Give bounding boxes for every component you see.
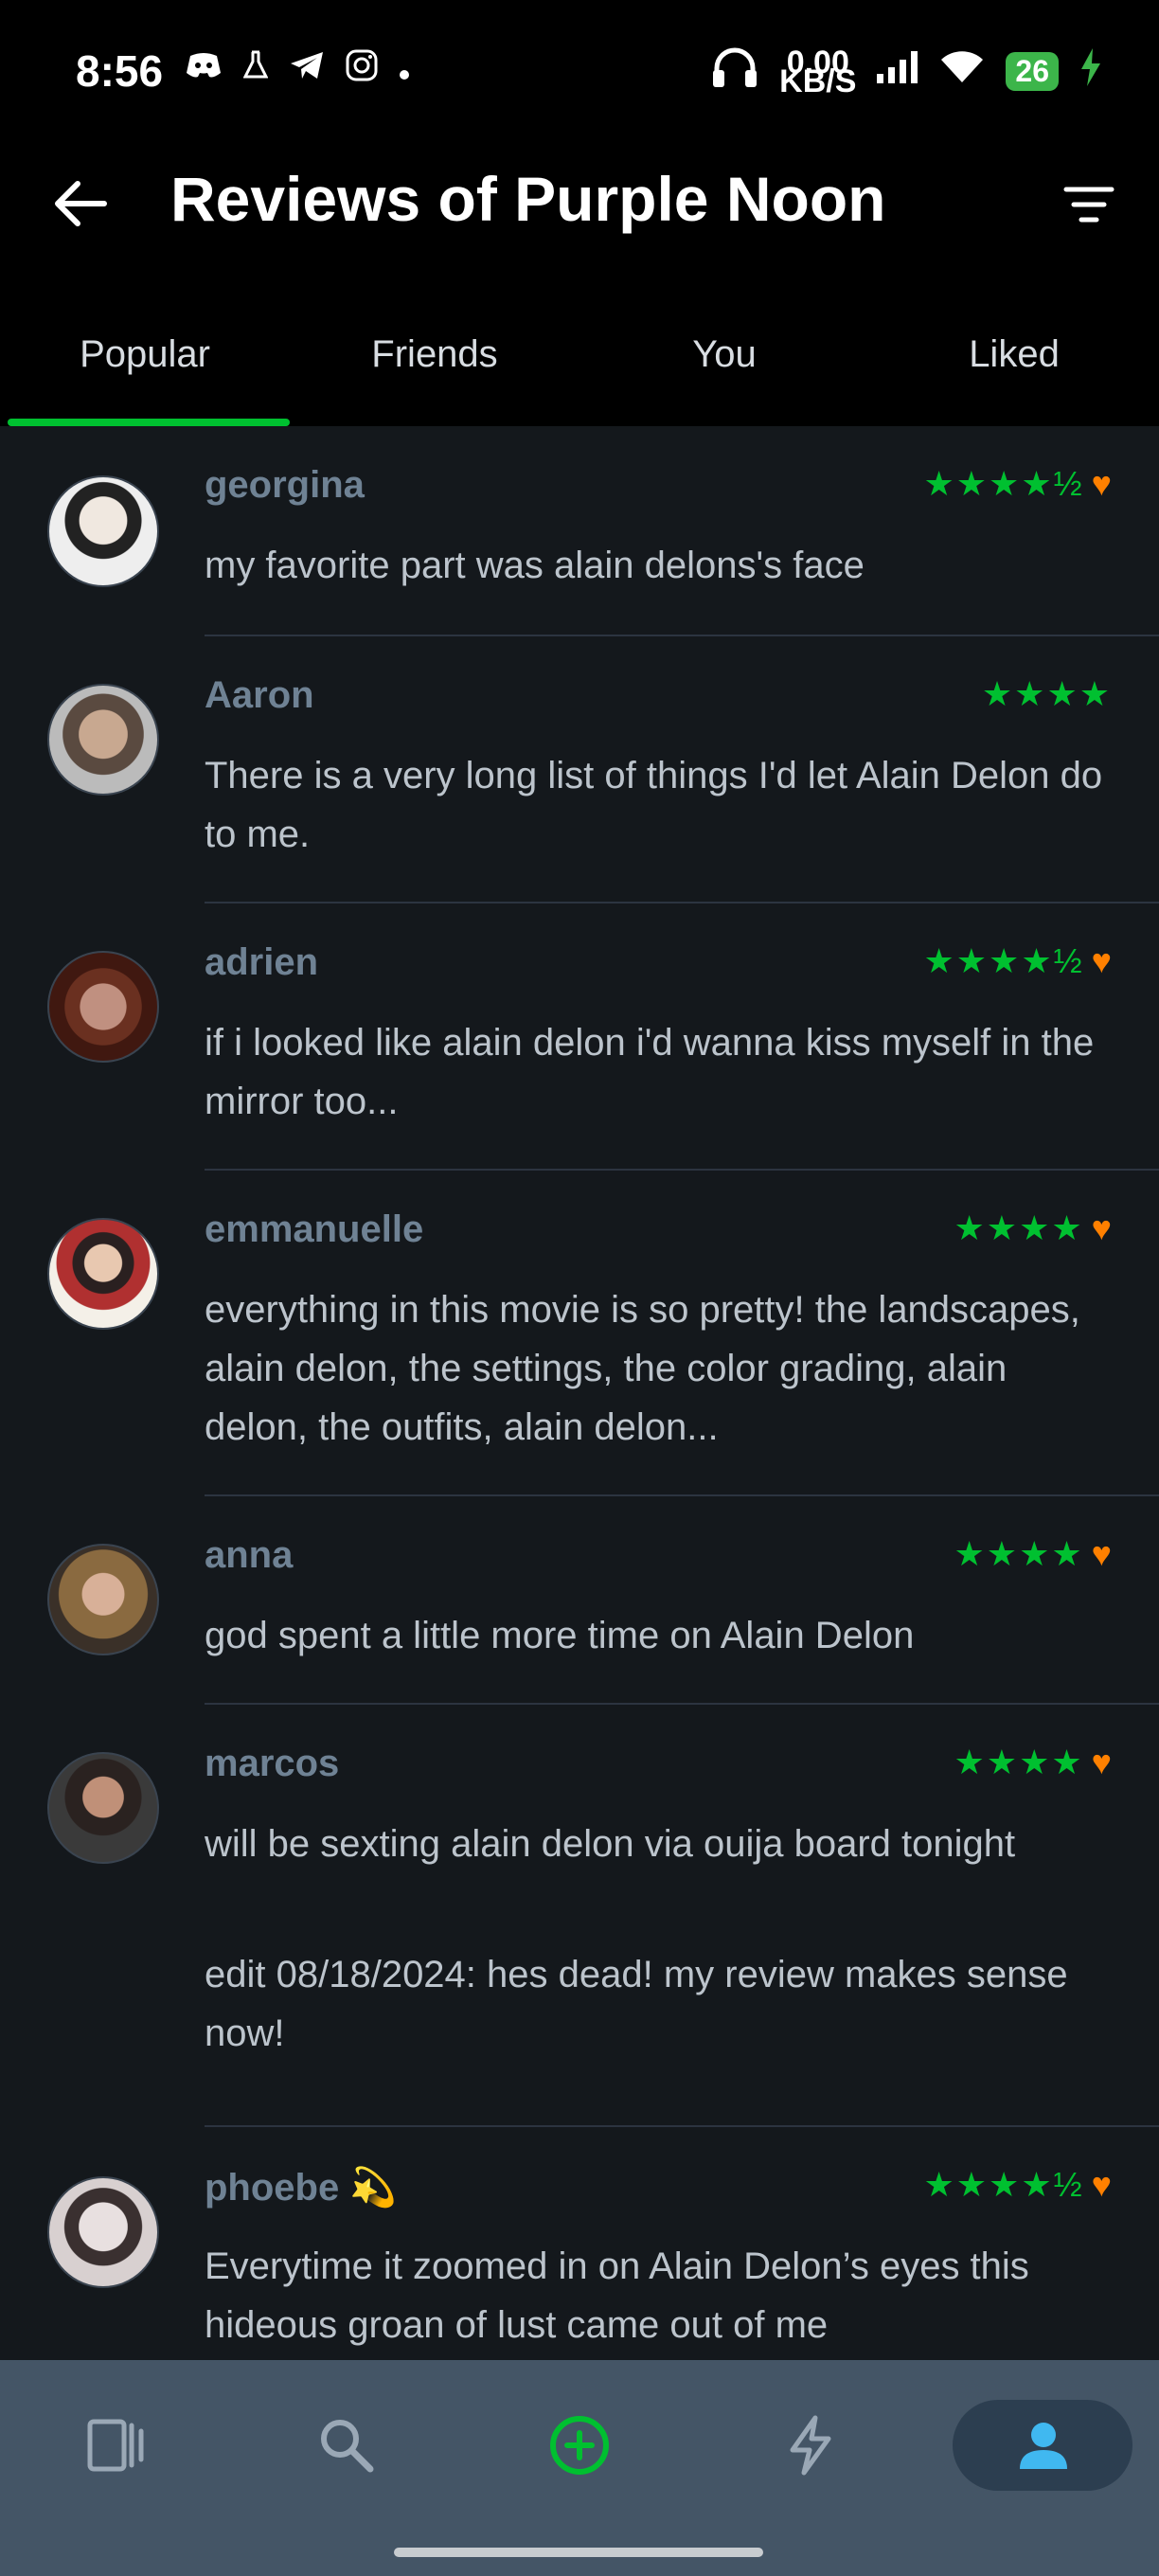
review-item[interactable]: anna ★★★★ ♥ god spent a little more time…	[0, 1496, 1159, 1705]
add-circle-icon	[550, 2416, 609, 2475]
avatar[interactable]	[47, 1218, 159, 1330]
review-item[interactable]: adrien ★★★★½ ♥ if i looked like alain de…	[0, 903, 1159, 1171]
signal-icon	[877, 51, 918, 92]
search-icon	[321, 2420, 374, 2473]
reviewer-name[interactable]: emmanuelle	[205, 1208, 423, 1251]
rating: ★★★★½ ♥	[924, 941, 1113, 981]
avatar[interactable]	[47, 2176, 159, 2288]
flask-icon	[242, 50, 269, 88]
star-rating: ★★★★	[954, 1534, 1084, 1573]
avatar[interactable]	[47, 475, 159, 587]
network-speed: 0.00 KB/S	[779, 46, 857, 99]
review-text[interactable]: will be sexting alain delon via ouija bo…	[205, 1815, 1104, 1873]
lightning-icon	[790, 2415, 831, 2476]
review-text[interactable]: There is a very long list of things I'd …	[205, 746, 1104, 864]
review-item[interactable]: emmanuelle ★★★★ ♥ everything in this mov…	[0, 1171, 1159, 1496]
filter-button[interactable]	[1061, 176, 1117, 233]
reviewer-name[interactable]: georgina	[205, 464, 365, 507]
bottom-nav	[0, 2360, 1159, 2576]
review-item[interactable]: Aaron ★★★★ There is a very long list of …	[0, 636, 1159, 903]
heart-icon: ♥	[1091, 1534, 1112, 1573]
tab-liked[interactable]: Liked	[869, 313, 1159, 426]
avatar[interactable]	[47, 1752, 159, 1864]
star-rating: ★★★★	[954, 1743, 1084, 1781]
battery-indicator: 26	[1006, 52, 1059, 91]
telegram-icon	[289, 50, 325, 88]
heart-icon: ♥	[1091, 2165, 1112, 2204]
nav-films-button[interactable]	[59, 2407, 172, 2483]
star-rating: ★★★★½	[923, 2165, 1084, 2204]
system-icons: 0.00 KB/S 26	[711, 46, 1102, 99]
dot-icon	[399, 50, 410, 88]
review-text[interactable]: god spent a little more time on Alain De…	[205, 1606, 1104, 1665]
review-item[interactable]: phoebe 💫 ★★★★½ ♥ Everytime it zoomed in …	[0, 2127, 1159, 2364]
nav-profile-button[interactable]	[987, 2407, 1100, 2483]
avatar[interactable]	[47, 951, 159, 1063]
tab-popular[interactable]: Popular	[0, 313, 290, 426]
net-speed-unit: KB/S	[779, 63, 857, 99]
status-bar: 8:56 0.00 KB/S 26	[0, 0, 1159, 142]
review-item[interactable]: marcos ★★★★ ♥ will be sexting alain delo…	[0, 1705, 1159, 2127]
star-rating: ★★★★	[954, 1208, 1084, 1247]
app-header: Reviews of Purple Noon Popular Friends Y…	[0, 142, 1159, 426]
heart-icon: ♥	[1091, 1208, 1112, 1247]
home-indicator[interactable]	[394, 2548, 763, 2557]
discord-icon	[185, 50, 223, 88]
arrow-left-icon	[55, 181, 107, 226]
headphones-icon	[711, 47, 758, 96]
heart-icon: ♥	[1091, 464, 1112, 503]
heart-icon: ♥	[1091, 941, 1112, 980]
star-rating: ★★★★½	[923, 464, 1084, 503]
back-button[interactable]	[47, 170, 114, 237]
reviewer-name[interactable]: adrien	[205, 941, 318, 984]
review-text[interactable]: Everytime it zoomed in on Alain Delon’s …	[205, 2237, 1104, 2354]
nav-activity-button[interactable]	[754, 2407, 867, 2483]
reviewer-name[interactable]: marcos	[205, 1743, 339, 1785]
star-rating: ★★★★½	[923, 941, 1084, 980]
rating: ★★★★ ♥	[954, 1208, 1112, 1248]
nav-search-button[interactable]	[290, 2407, 403, 2483]
rating: ★★★★ ♥	[954, 1743, 1112, 1782]
rating: ★★★★½ ♥	[924, 464, 1113, 504]
page-title: Reviews of Purple Noon	[170, 164, 886, 234]
nav-add-button[interactable]	[523, 2407, 636, 2483]
charging-icon	[1079, 48, 1102, 95]
film-cards-icon	[87, 2419, 144, 2472]
notification-icons	[185, 49, 410, 89]
reviewer-name[interactable]: phoebe 💫	[205, 2165, 397, 2209]
review-text[interactable]: my favorite part was alain delons's face	[205, 536, 1104, 595]
review-text[interactable]: everything in this movie is so pretty! t…	[205, 1280, 1104, 1457]
tab-friends[interactable]: Friends	[290, 313, 580, 426]
review-list: georgina ★★★★½ ♥ my favorite part was al…	[0, 426, 1159, 2346]
instagram-icon	[346, 49, 378, 89]
reviewer-name[interactable]: anna	[205, 1534, 293, 1577]
rating: ★★★★	[982, 674, 1112, 714]
star-rating: ★★★★	[981, 674, 1112, 713]
tab-you[interactable]: You	[580, 313, 869, 426]
avatar[interactable]	[47, 684, 159, 796]
filter-icon	[1063, 187, 1114, 223]
rating: ★★★★½ ♥	[924, 2165, 1113, 2205]
review-item[interactable]: georgina ★★★★½ ♥ my favorite part was al…	[0, 426, 1159, 636]
review-tabs: Popular Friends You Liked	[0, 313, 1159, 426]
rating: ★★★★ ♥	[954, 1534, 1112, 1574]
profile-icon	[1020, 2423, 1067, 2469]
reviewer-name[interactable]: Aaron	[205, 674, 314, 717]
review-text-edit[interactable]: edit 08/18/2024: hes dead! my review mak…	[205, 1945, 1104, 2063]
heart-icon: ♥	[1091, 1743, 1112, 1781]
review-text[interactable]: if i looked like alain delon i'd wanna k…	[205, 1013, 1104, 1131]
avatar[interactable]	[47, 1544, 159, 1655]
wifi-icon	[939, 50, 985, 93]
status-time: 8:56	[76, 46, 164, 96]
